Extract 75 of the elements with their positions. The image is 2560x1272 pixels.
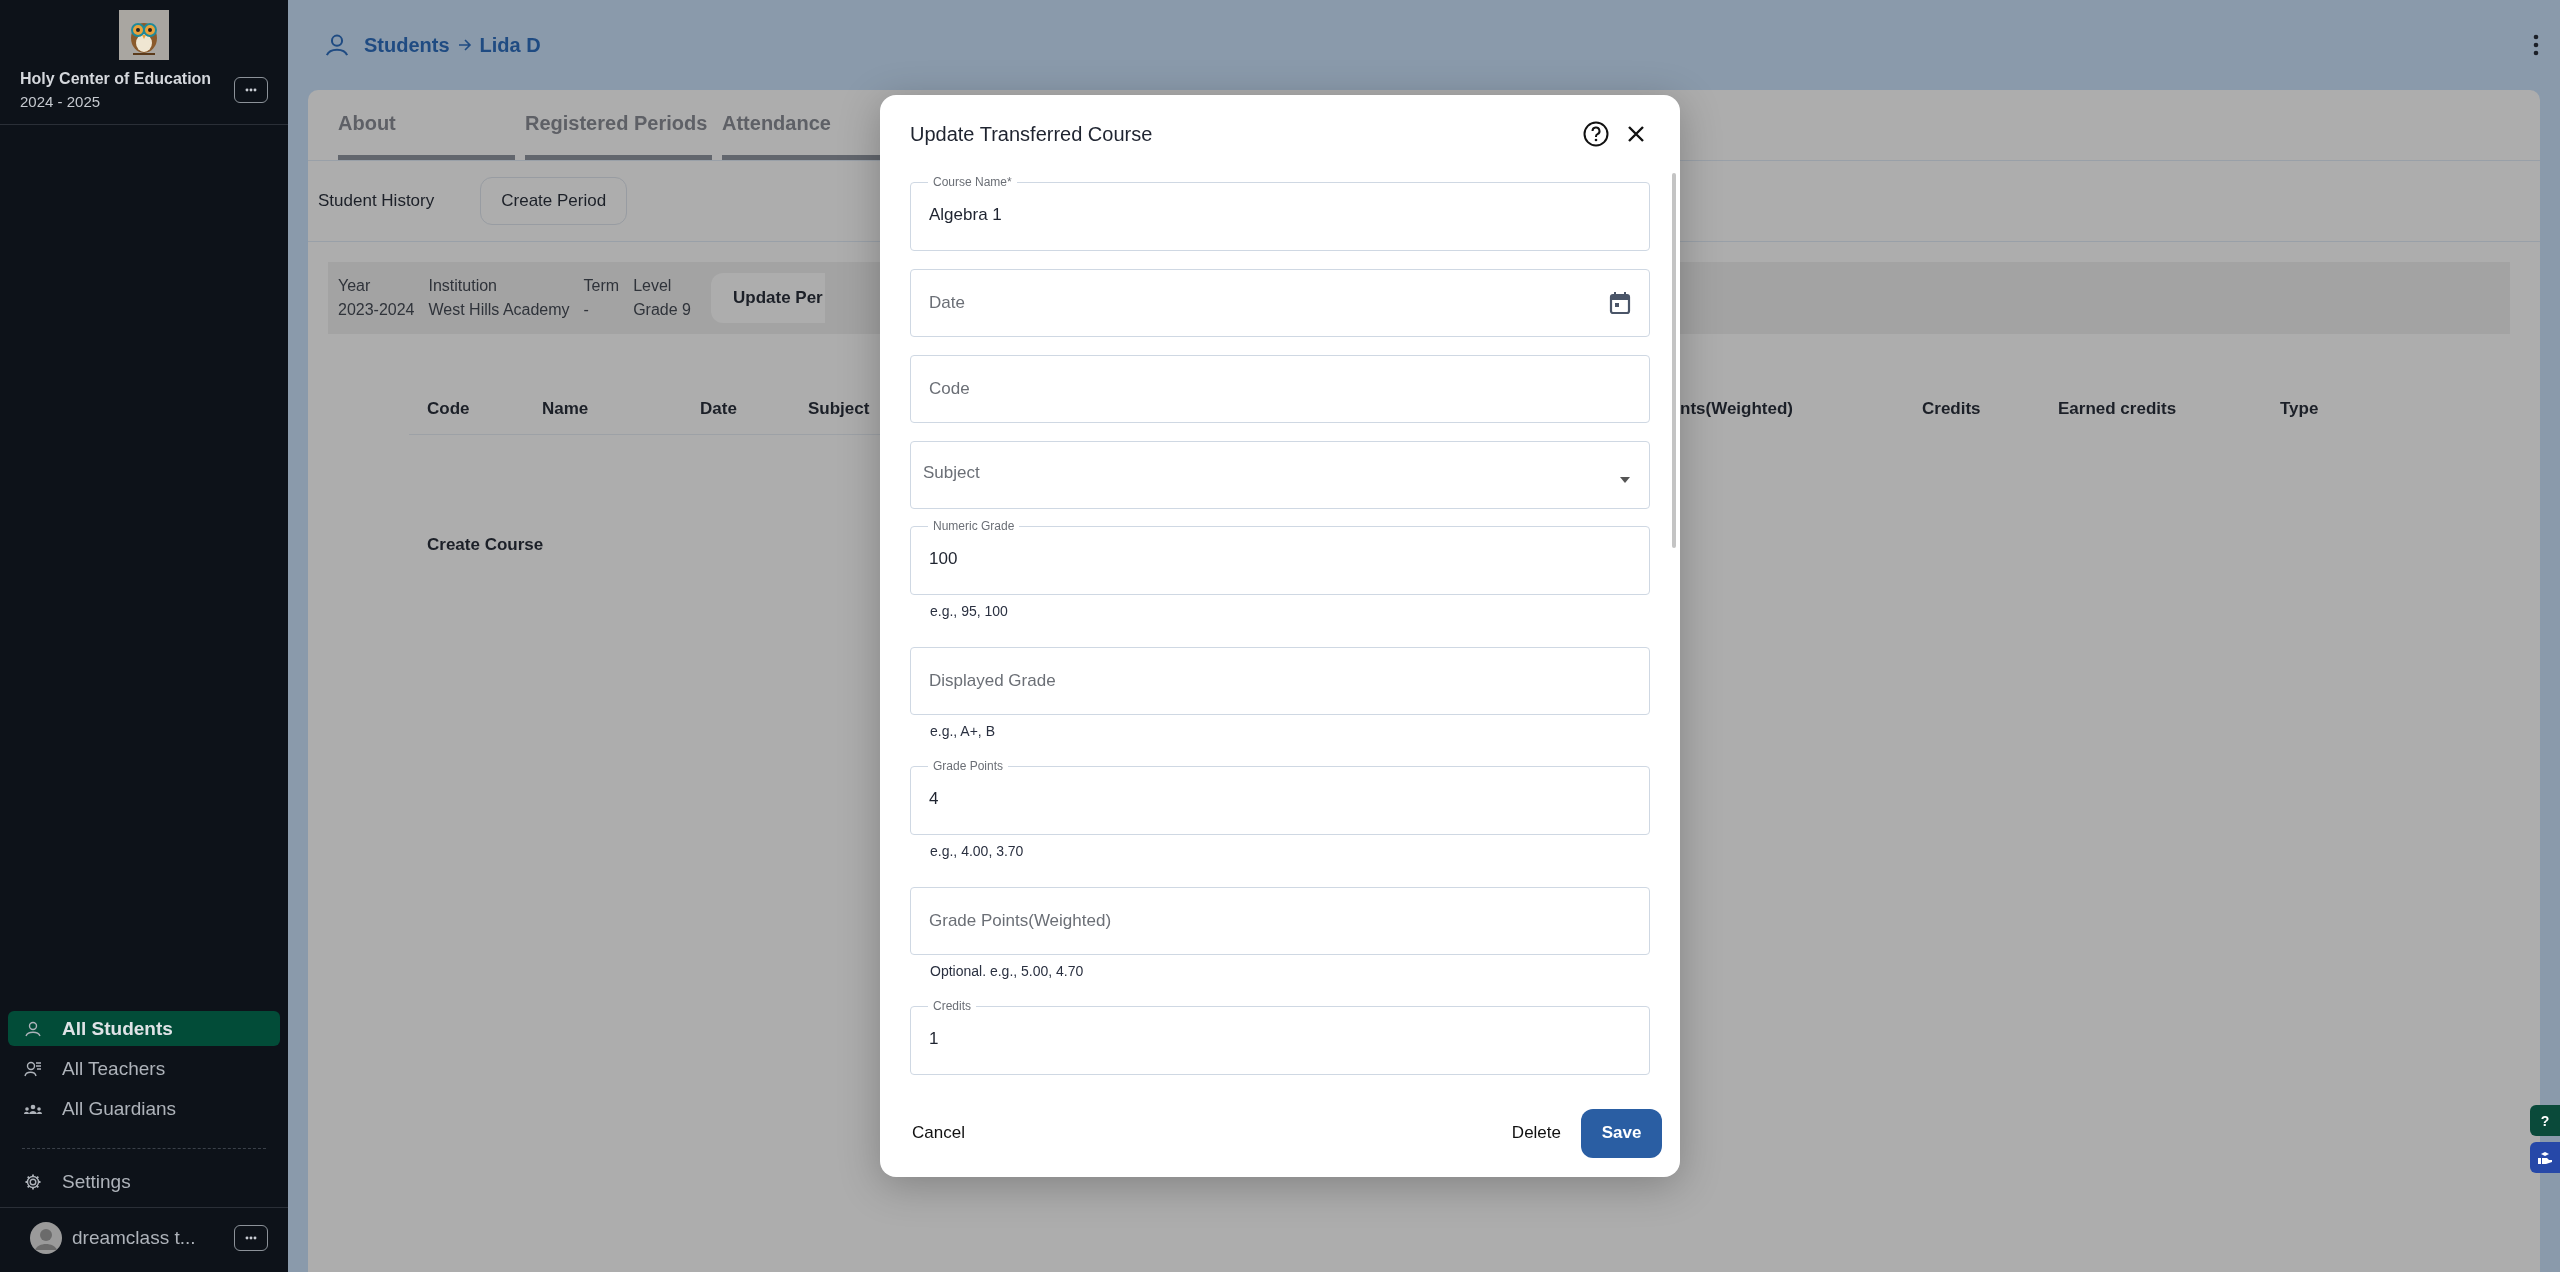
- column-header: Type: [2280, 399, 2320, 419]
- create-period-button[interactable]: Create Period: [480, 177, 628, 225]
- period-label: Institution: [428, 277, 498, 295]
- field-label: Credits: [932, 999, 972, 1013]
- caret-icon[interactable]: [1619, 476, 1631, 484]
- sidebar-item[interactable]: All Guardians: [8, 1091, 280, 1126]
- arrow-right-icon: [457, 38, 472, 52]
- column-header: Date: [700, 399, 738, 419]
- period-value: Grade 9: [633, 301, 691, 319]
- text-field[interactable]: Grade Points(Weighted): [910, 887, 1650, 955]
- help-icon[interactable]: [1582, 120, 1610, 148]
- input-field[interactable]: Displayed Grade: [929, 666, 1631, 696]
- calendar-icon[interactable]: [1609, 291, 1631, 315]
- owl-logo-icon: [119, 10, 169, 60]
- sidebar-item[interactable]: All Teachers: [8, 1051, 280, 1086]
- avatar-icon: [30, 1222, 62, 1254]
- helper-text: e.g., A+, B: [930, 723, 996, 739]
- period-label: Level: [633, 277, 673, 295]
- section-title: Student History: [318, 191, 435, 211]
- column-header: Subject: [808, 399, 871, 419]
- create-course-link[interactable]: Create Course: [427, 535, 544, 555]
- helper-text: Optional. e.g., 5.00, 4.70: [930, 963, 1085, 979]
- hand-icon: [2537, 1150, 2553, 1165]
- text-field[interactable]: Code: [910, 355, 1650, 423]
- period-label: Year: [338, 277, 372, 295]
- user-name: dreamclass t...: [72, 1227, 197, 1249]
- period-label: Term: [583, 277, 620, 295]
- column-header: Name: [542, 399, 590, 419]
- cancel-button[interactable]: Cancel: [904, 1115, 973, 1151]
- column-header: Code: [427, 399, 471, 419]
- field-label: Numeric Grade: [932, 519, 1016, 533]
- helper-text: e.g., 95, 100: [930, 603, 1009, 619]
- dialog-title: Update Transferred Course: [910, 122, 1154, 146]
- period-value: West Hills Academy: [428, 301, 570, 319]
- more-vertical-icon[interactable]: [2532, 34, 2540, 56]
- delete-button[interactable]: Delete: [1503, 1115, 1569, 1151]
- breadcrumb-current: Lida D: [479, 33, 541, 57]
- dropdown[interactable]: Subject: [910, 441, 1650, 509]
- date-field[interactable]: Date: [929, 288, 1609, 318]
- text-field[interactable]: Numeric Grade 100: [910, 519, 1650, 595]
- save-button[interactable]: Save: [1581, 1108, 1662, 1158]
- text-field[interactable]: Credits 1: [910, 999, 1650, 1075]
- date-picker[interactable]: Date: [910, 269, 1650, 337]
- sidebar-item[interactable]: All Students: [8, 1011, 280, 1046]
- column-header: nts(Weighted): [1680, 399, 1794, 419]
- more-button[interactable]: [234, 1225, 268, 1251]
- school-name: Holy Center of Education: [20, 70, 212, 88]
- update-period-button[interactable]: Update Per: [710, 273, 825, 323]
- chat-button[interactable]: [2530, 1142, 2560, 1173]
- settings-icon: [24, 1173, 42, 1191]
- input-field[interactable]: 1: [929, 1023, 1631, 1054]
- settings-item[interactable]: Settings: [0, 1167, 288, 1197]
- input-field[interactable]: Algebra 1: [929, 199, 1631, 230]
- field-label: Course Name*: [932, 175, 1013, 189]
- text-field[interactable]: Course Name* Algebra 1: [910, 175, 1650, 251]
- person-icon: [324, 32, 350, 58]
- input-field[interactable]: Code: [929, 374, 1631, 404]
- select-field[interactable]: Subject: [923, 458, 1619, 488]
- school-year: 2024 - 2025: [20, 93, 102, 110]
- person-list-icon: [24, 1059, 42, 1078]
- column-header: Earned credits: [2058, 399, 2178, 419]
- help-button[interactable]: ?: [2530, 1105, 2560, 1136]
- more-button[interactable]: [234, 77, 268, 103]
- helper-text: e.g., 4.00, 3.70: [930, 843, 1025, 859]
- column-header: Credits: [1922, 399, 1982, 419]
- scrollbar-thumb[interactable]: [1672, 173, 1676, 548]
- person-icon: [24, 1019, 42, 1038]
- input-field[interactable]: 100: [929, 543, 1631, 574]
- text-field[interactable]: Displayed Grade: [910, 647, 1650, 715]
- input-field[interactable]: Grade Points(Weighted): [929, 906, 1631, 936]
- text-field[interactable]: Grade Points 4: [910, 759, 1650, 835]
- input-field[interactable]: 4: [929, 783, 1631, 814]
- field-label: Grade Points: [932, 759, 1005, 773]
- period-value: -: [583, 301, 590, 319]
- period-value: 2023-2024: [338, 301, 415, 319]
